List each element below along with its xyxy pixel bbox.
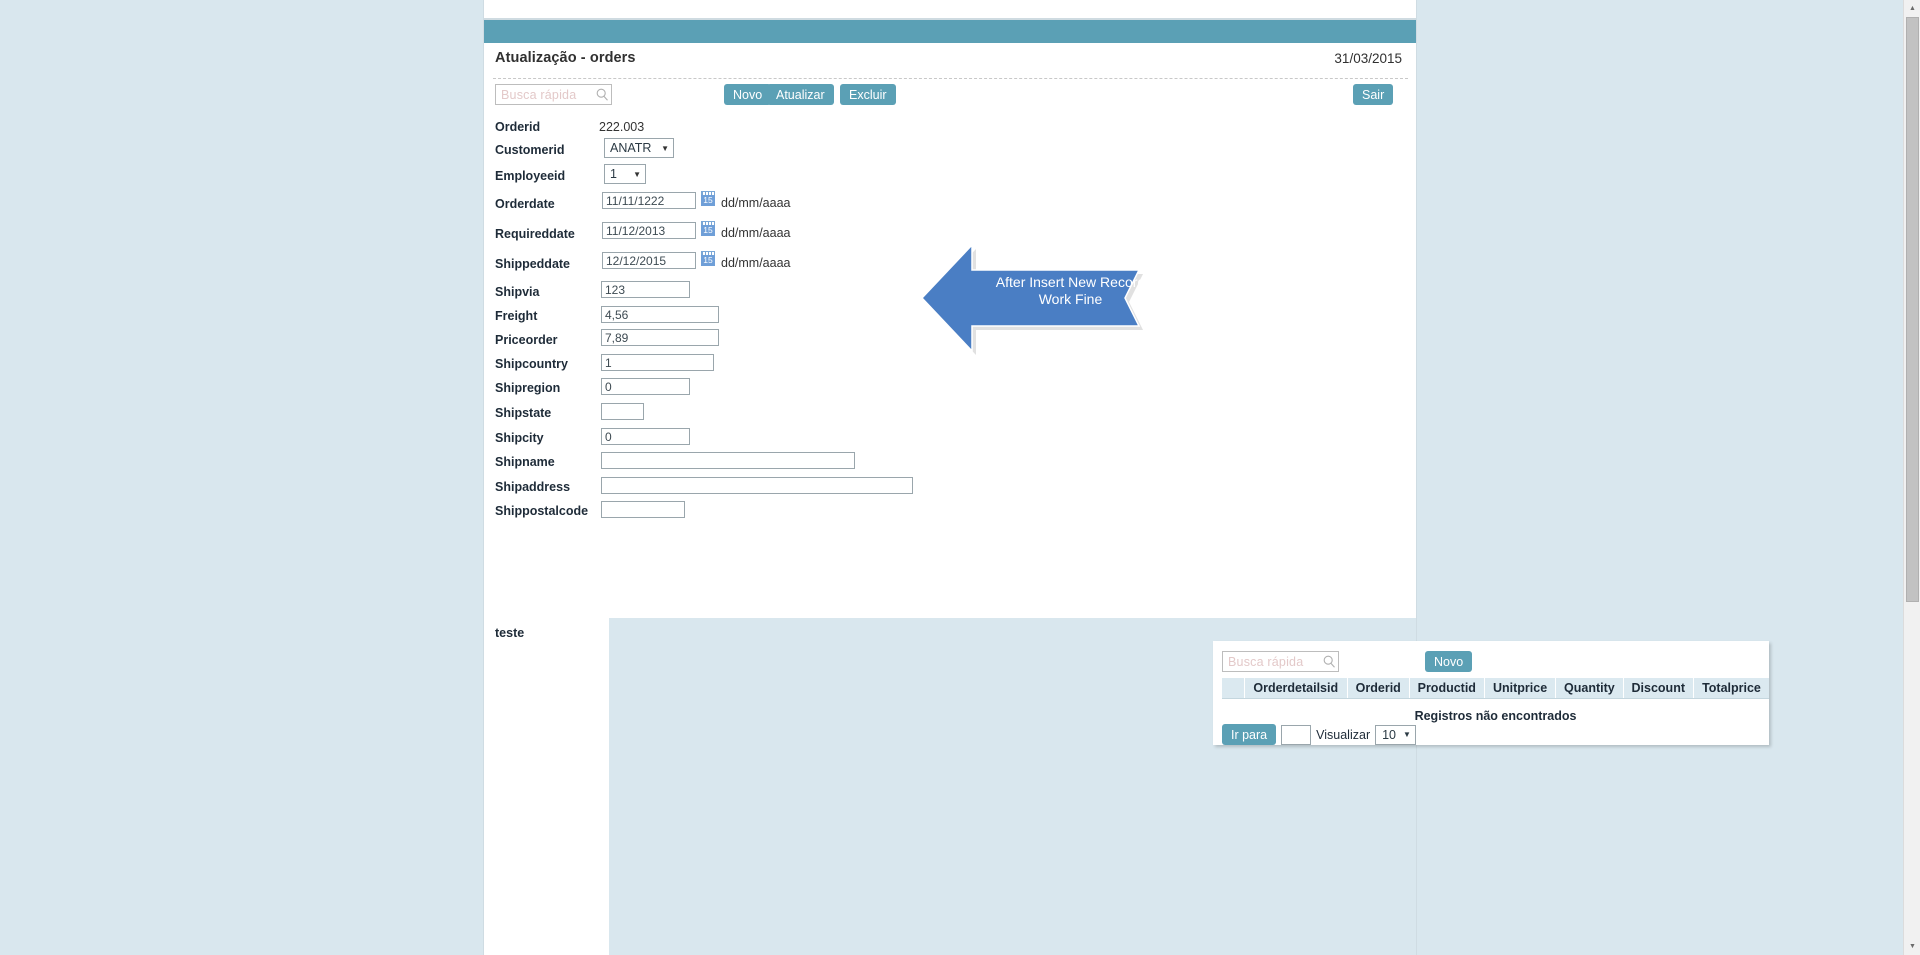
rows-per-page-value: 10 xyxy=(1382,727,1397,742)
shippeddate-format-hint: dd/mm/aaaa xyxy=(721,256,791,270)
shipvia-input[interactable] xyxy=(601,281,690,298)
scroll-down-icon[interactable]: ▼ xyxy=(1904,938,1920,955)
field-label-shippeddate: Shippeddate xyxy=(495,257,571,271)
table-header-discount[interactable]: Discount xyxy=(1622,678,1694,699)
calendar-icon-requireddate[interactable]: 15 xyxy=(701,221,715,236)
field-label-orderid: Orderid xyxy=(495,120,541,134)
shipstate-input[interactable] xyxy=(601,403,644,420)
page-number-input[interactable] xyxy=(1281,724,1312,745)
annotation-callout: After Insert New Record Work Fine xyxy=(918,240,1190,360)
field-label-shipcountry: Shipcountry xyxy=(495,357,568,371)
teste-label: teste xyxy=(495,626,525,640)
chevron-down-icon: ▼ xyxy=(1403,730,1411,739)
application-window: Atualização - orders 31/03/2015 Busca rá… xyxy=(484,0,1769,955)
search-input[interactable]: Busca rápida xyxy=(495,84,612,105)
employeeid-select[interactable]: 1 ▼ xyxy=(604,164,646,184)
visualizar-label: Visualizar xyxy=(1316,727,1371,742)
search-icon xyxy=(593,88,611,101)
header-date: 31/03/2015 xyxy=(1334,51,1402,66)
calendar-icon-orderdate[interactable]: 15 xyxy=(701,191,715,206)
field-label-shipname: Shipname xyxy=(495,455,555,469)
main-toolbar: Busca rápida Novo Atualizar Excluir Sair xyxy=(484,84,1416,120)
table-header-orderdetailsid[interactable]: Orderdetailsid xyxy=(1243,678,1348,699)
shipcity-input[interactable] xyxy=(601,428,690,445)
table-header-spacer xyxy=(1222,678,1244,699)
field-label-shipvia: Shipvia xyxy=(495,285,540,299)
field-label-customerid: Customerid xyxy=(495,143,565,157)
atualizar-button[interactable]: Atualizar xyxy=(767,84,834,105)
scrollbar-thumb[interactable] xyxy=(1906,17,1919,602)
field-value-orderid: 222.003 xyxy=(599,120,645,134)
search-placeholder: Busca rápida xyxy=(501,87,577,102)
orderdate-input[interactable] xyxy=(602,192,696,209)
customerid-select[interactable]: ANATR ▼ xyxy=(604,138,674,158)
shipcountry-input[interactable] xyxy=(601,354,714,371)
goto-page-button[interactable]: Ir para xyxy=(1222,724,1277,745)
grid-search-input[interactable]: Busca rápida xyxy=(1222,651,1339,672)
page-root: Atualização - orders 31/03/2015 Busca rá… xyxy=(0,0,1920,955)
sair-button[interactable]: Sair xyxy=(1353,84,1394,105)
table-header-orderid[interactable]: Orderid xyxy=(1346,678,1410,699)
table-header-quantity[interactable]: Quantity xyxy=(1555,678,1624,699)
field-label-employeeid: Employeeid xyxy=(495,169,566,183)
field-label-shipaddress: Shipaddress xyxy=(495,480,571,494)
field-label-priceorder: Priceorder xyxy=(495,333,558,347)
page-title: Atualização - orders xyxy=(495,50,636,66)
requireddate-format-hint: dd/mm/aaaa xyxy=(721,226,791,240)
orderdetails-table: Orderdetailsid Orderid Productid Unitpri… xyxy=(1222,678,1769,699)
grid-search-placeholder: Busca rápida xyxy=(1228,654,1304,669)
table-header-unitprice[interactable]: Unitprice xyxy=(1484,678,1556,699)
orderdate-format-hint: dd/mm/aaaa xyxy=(721,196,791,210)
calendar-icon-shippeddate[interactable]: 15 xyxy=(701,251,715,266)
customerid-value: ANATR xyxy=(610,141,652,155)
field-label-shipregion: Shipregion xyxy=(495,381,561,395)
table-header-productid[interactable]: Productid xyxy=(1408,678,1485,699)
scroll-up-icon[interactable]: ▲ xyxy=(1904,0,1920,17)
field-label-freight: Freight xyxy=(495,309,538,323)
excluir-button[interactable]: Excluir xyxy=(840,84,896,105)
field-label-requireddate: Requireddate xyxy=(495,227,575,241)
field-label-orderdate: Orderdate xyxy=(495,197,555,211)
search-icon xyxy=(1320,655,1338,668)
left-arrow-icon xyxy=(920,243,1143,355)
orderdetails-grid-card: Busca rápida Novo Orderdetailsid Orderid… xyxy=(1213,641,1769,745)
field-label-shipcity: Shipcity xyxy=(495,431,544,445)
field-label-shippostalcode: Shippostalcode xyxy=(495,504,589,518)
requireddate-input[interactable] xyxy=(602,222,696,239)
table-header-totalprice[interactable]: Totalprice xyxy=(1692,678,1769,699)
page-scrollbar[interactable]: ▲ ▼ xyxy=(1903,0,1920,955)
header-divider xyxy=(493,78,1408,79)
novo-button[interactable]: Novo xyxy=(724,84,772,105)
priceorder-input[interactable] xyxy=(601,329,719,346)
page-header: Atualização - orders 31/03/2015 xyxy=(484,50,1416,78)
shipregion-input[interactable] xyxy=(601,378,690,395)
shippostalcode-input[interactable] xyxy=(601,501,685,518)
chevron-down-icon: ▼ xyxy=(661,143,669,153)
shipname-input[interactable] xyxy=(601,452,855,469)
employeeid-value: 1 xyxy=(610,167,617,181)
grid-footer: Ir para Visualizar 10 ▼ xyxy=(1222,724,1416,745)
freight-input[interactable] xyxy=(601,306,719,323)
shippeddate-input[interactable] xyxy=(602,252,696,269)
shipaddress-input[interactable] xyxy=(601,477,913,494)
table-header-row: Orderdetailsid Orderid Productid Unitpri… xyxy=(1222,678,1769,699)
grid-novo-button[interactable]: Novo xyxy=(1425,651,1473,672)
field-label-shipstate: Shipstate xyxy=(495,406,552,420)
title-band xyxy=(484,18,1416,43)
rows-per-page-select[interactable]: 10 ▼ xyxy=(1375,724,1416,745)
chevron-down-icon: ▼ xyxy=(633,169,641,179)
empty-state-message: Registros não encontrados xyxy=(1414,709,1577,723)
